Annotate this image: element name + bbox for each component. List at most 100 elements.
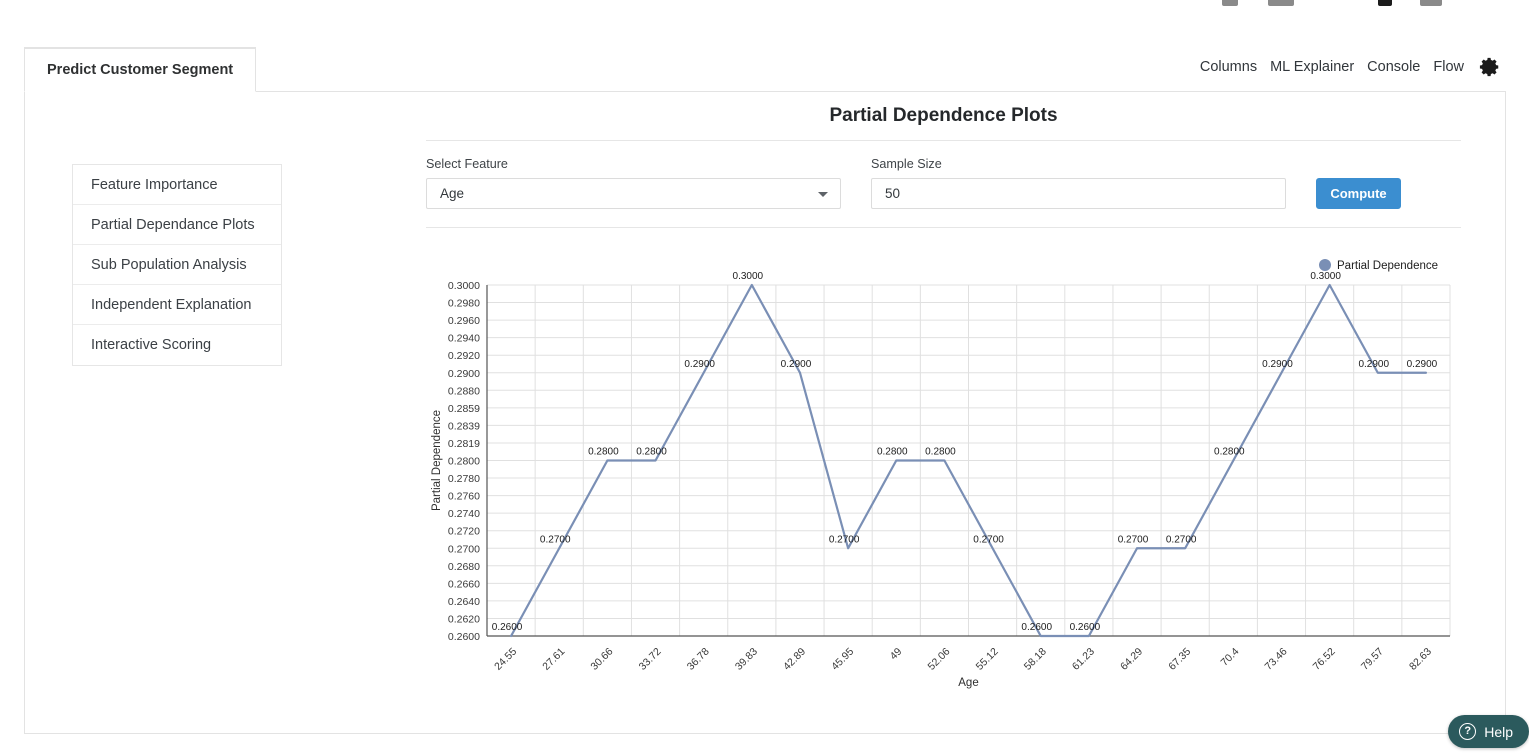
x-axis-tick-label: 76.52	[1311, 646, 1338, 673]
y-axis-tick-label: 0.2660	[448, 578, 480, 590]
top-icon-strip	[0, 0, 1529, 14]
chevron-down-icon	[818, 191, 828, 197]
y-axis-tick-label: 0.2720	[448, 526, 480, 538]
nav-link-flow[interactable]: Flow	[1433, 59, 1464, 75]
data-point-label: 0.2900	[1262, 359, 1293, 370]
content-panel: Partial Dependence Plots Select Feature …	[426, 105, 1461, 228]
sidebar-item-label: Interactive Scoring	[91, 337, 212, 353]
top-icon-3	[1378, 0, 1392, 6]
data-point-label: 0.2700	[829, 534, 860, 545]
select-feature-dropdown[interactable]: Age	[426, 178, 841, 209]
y-axis-title: Partial Dependence	[431, 410, 443, 511]
y-axis-tick-label: 0.2600	[448, 631, 480, 643]
nav-link-ml-explainer[interactable]: ML Explainer	[1270, 59, 1354, 75]
nav-link-columns[interactable]: Columns	[1200, 59, 1257, 75]
top-icon-1	[1222, 0, 1238, 6]
y-axis-tick-label: 0.2819	[448, 438, 480, 450]
x-axis-tick-label: 64.29	[1118, 646, 1145, 673]
y-axis-tick-label: 0.2680	[448, 561, 480, 573]
sample-size-group: Sample Size	[871, 157, 1286, 209]
data-point-label: 0.2800	[588, 447, 619, 458]
gear-icon[interactable]	[1479, 56, 1501, 78]
sidebar-nav: Feature Importance Partial Dependance Pl…	[72, 164, 282, 366]
question-mark-icon: ?	[1459, 723, 1477, 740]
y-axis-tick-label: 0.2940	[448, 333, 480, 345]
y-axis-tick-label: 0.2760	[448, 491, 480, 503]
x-axis-tick-label: 39.83	[733, 646, 760, 673]
sidebar-item-label: Sub Population Analysis	[91, 256, 247, 273]
select-feature-value: Age	[440, 186, 465, 201]
y-axis-tick-label: 0.2900	[448, 368, 480, 380]
x-axis-tick-label: 49	[888, 646, 905, 663]
x-axis-tick-label: 52.06	[925, 646, 952, 673]
y-axis-tick-label: 0.2980	[448, 298, 480, 310]
x-axis-tick-label: 30.66	[588, 646, 615, 673]
y-axis-tick-label: 0.2700	[448, 543, 480, 555]
data-point-label: 0.2600	[492, 622, 523, 633]
x-axis-tick-label: 70.4	[1219, 646, 1242, 669]
sidebar-item-feature-importance[interactable]: Feature Importance	[73, 165, 281, 205]
x-axis-tick-label: 42.89	[781, 646, 808, 673]
page-title: Partial Dependence Plots	[829, 105, 1058, 126]
nav-link-console[interactable]: Console	[1367, 59, 1420, 75]
compute-button[interactable]: Compute	[1316, 178, 1401, 209]
x-axis-tick-label: 36.78	[685, 646, 712, 673]
y-axis-tick-label: 0.2620	[448, 613, 480, 625]
chart-svg: 0.3000 0.2980 0.2960 0.2940 0.2920 0.2900 0.28…	[431, 259, 1451, 689]
header-nav: Columns ML Explainer Console Flow	[1200, 56, 1501, 78]
sidebar-item-partial-dependance-plots[interactable]: Partial Dependance Plots	[73, 205, 281, 245]
partial-dependence-chart: 0.3000 0.2980 0.2960 0.2940 0.2920 0.2900 0.28…	[426, 240, 1466, 700]
y-axis-tick-label: 0.2780	[448, 473, 480, 485]
sample-size-input[interactable]	[871, 178, 1286, 209]
sidebar-item-interactive-scoring[interactable]: Interactive Scoring	[73, 325, 281, 365]
data-point-label: 0.3000	[1310, 271, 1341, 282]
y-axis-tick-label: 0.2839	[448, 420, 480, 432]
y-axis-tick-label: 0.2800	[448, 456, 480, 468]
select-feature-label: Select Feature	[426, 157, 508, 171]
data-point-label: 0.3000	[733, 271, 764, 282]
y-axis-tick-label: 0.2859	[448, 403, 480, 415]
top-icon-2	[1268, 0, 1294, 6]
sidebar-item-sub-population-analysis[interactable]: Sub Population Analysis	[73, 245, 281, 285]
y-axis-tick-label: 0.2920	[448, 350, 480, 362]
sidebar-item-independent-explanation[interactable]: Independent Explanation	[73, 285, 281, 325]
y-axis-tick-label: 0.2740	[448, 508, 480, 520]
data-point-label: 0.2900	[1407, 359, 1438, 370]
svg-text:Partial Dependence: Partial Dependence	[1337, 260, 1438, 272]
data-point-label: 0.2800	[636, 447, 667, 458]
tab-label: Predict Customer Segment	[47, 62, 234, 78]
y-axis-tick-label: 0.3000	[448, 280, 480, 292]
data-point-label: 0.2600	[1021, 622, 1052, 633]
help-button[interactable]: ? Help	[1448, 715, 1529, 748]
data-point-label: 0.2900	[684, 359, 715, 370]
data-point-label: 0.2600	[1070, 622, 1101, 633]
sidebar-item-label: Partial Dependance Plots	[91, 216, 255, 233]
x-axis-tick-label: 67.35	[1166, 646, 1193, 673]
x-axis-tick-label: 24.55	[492, 646, 519, 673]
y-axis-tick-label: 0.2880	[448, 385, 480, 397]
data-point-label: 0.2800	[1214, 447, 1245, 458]
data-point-label: 0.2700	[973, 534, 1004, 545]
x-axis-tick-label: 45.95	[829, 646, 856, 673]
app-root: Predict Customer Segment Columns ML Expl…	[0, 0, 1529, 756]
divider-bottom	[426, 227, 1461, 228]
data-point-label: 0.2900	[1358, 359, 1389, 370]
sidebar-item-label: Independent Explanation	[91, 296, 252, 313]
x-axis-tick-label: 55.12	[974, 646, 1001, 673]
select-feature-group: Select Feature Age	[426, 157, 841, 209]
x-axis-tick-label: 82.63	[1407, 646, 1434, 673]
x-axis-title: Age	[958, 677, 978, 689]
data-point-label: 0.2700	[1166, 534, 1197, 545]
data-point-label: 0.2800	[877, 447, 908, 458]
chart-legend: Partial Dependence	[1319, 259, 1438, 272]
x-axis-tick-label: 27.61	[540, 646, 567, 673]
sidebar-item-label: Feature Importance	[91, 176, 218, 193]
x-axis-tick-label: 79.57	[1359, 646, 1386, 673]
data-point-label: 0.2700	[1118, 534, 1149, 545]
tab-predict-customer-segment[interactable]: Predict Customer Segment	[24, 47, 257, 92]
help-label: Help	[1484, 723, 1513, 740]
sample-size-label: Sample Size	[871, 157, 942, 171]
y-axis-tick-label: 0.2640	[448, 596, 480, 608]
x-axis-tick-label: 73.46	[1263, 646, 1290, 673]
data-point-label: 0.2800	[925, 447, 956, 458]
